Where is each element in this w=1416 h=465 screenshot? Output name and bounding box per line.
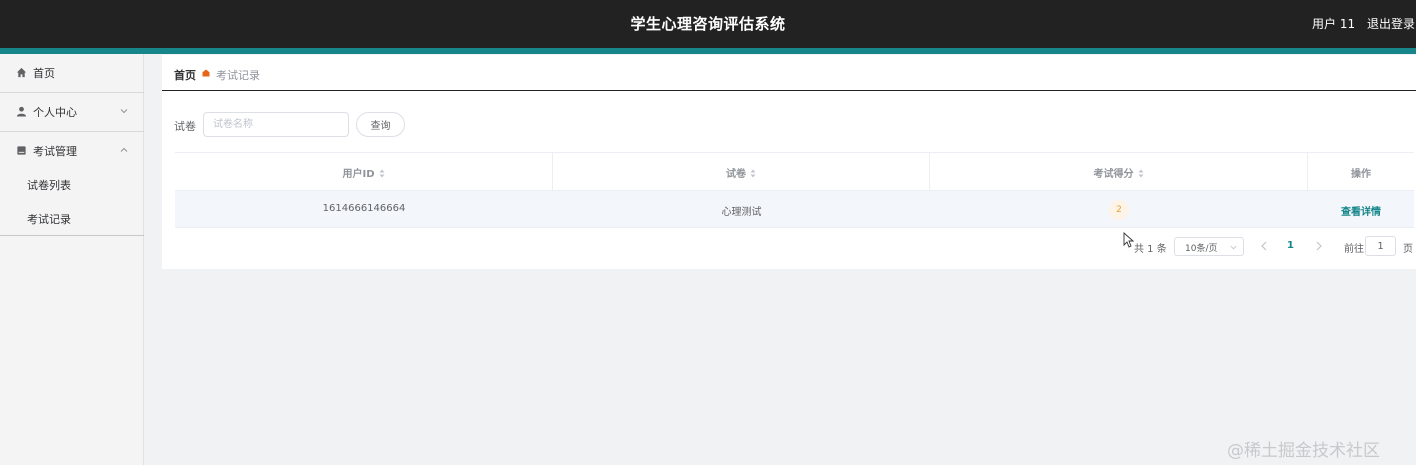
- column-header-label: 操作: [1351, 169, 1371, 180]
- paper-name-value: 心理测试: [721, 207, 762, 218]
- sidebar-item-label: 首页: [33, 67, 55, 80]
- search-label: 试卷: [174, 120, 196, 133]
- watermark: @稀土掘金技术社区: [1227, 441, 1380, 461]
- column-header-score[interactable]: 考试得分: [930, 153, 1308, 191]
- current-user-label: 用户 11: [1312, 17, 1356, 31]
- table-row: 1614666146664 心理测试 2 查看详情: [175, 191, 1414, 228]
- user-icon: [16, 106, 27, 117]
- header-accent-stripe: [0, 48, 1416, 54]
- goto-label: 前往: [1344, 244, 1364, 255]
- search-button[interactable]: 查询: [356, 112, 405, 137]
- page-size-value: 10条/页: [1185, 244, 1218, 254]
- chevron-down-icon: [1230, 245, 1237, 250]
- cell-score: 2: [930, 191, 1308, 228]
- sidebar-item-personal-center[interactable]: 个人中心: [0, 93, 144, 132]
- paper-search-input[interactable]: [203, 112, 349, 137]
- breadcrumb-current: 考试记录: [216, 69, 260, 82]
- top-bar: 学生心理咨询评估系统 用户 11 退出登录: [0, 0, 1416, 48]
- breadcrumb: 首页 考试记录: [162, 55, 1416, 91]
- sidebar-item-exam-management[interactable]: 考试管理: [0, 132, 144, 171]
- user-id-value: 1614666146664: [322, 203, 406, 214]
- column-header-paper[interactable]: 试卷: [553, 153, 930, 191]
- column-header-label: 试卷: [726, 169, 746, 180]
- home-icon: [16, 67, 27, 78]
- goto-page-input[interactable]: [1365, 236, 1396, 256]
- column-header-label: 考试得分: [1093, 169, 1134, 180]
- sidebar-subitem-label: 试卷列表: [27, 179, 71, 192]
- app-title: 学生心理咨询评估系统: [630, 15, 786, 33]
- main-content-panel: 首页 考试记录 试卷 查询 用户ID 试卷 考试得分 操作 1614666146…: [162, 55, 1416, 269]
- next-page-icon[interactable]: [1313, 238, 1325, 254]
- column-header-actions: 操作: [1308, 153, 1414, 191]
- mouse-cursor-icon: [1123, 232, 1134, 248]
- prev-page-icon[interactable]: [1258, 238, 1270, 254]
- sidebar-item-label: 个人中心: [33, 106, 77, 119]
- exam-records-table: 用户ID 试卷 考试得分 操作 1614666146664 心理测试 2 查看详…: [175, 152, 1414, 229]
- goto-page-suffix: 页: [1403, 244, 1413, 255]
- sort-icon[interactable]: [750, 169, 756, 178]
- sidebar-subitem-exam-records[interactable]: 考试记录: [0, 201, 144, 235]
- sidebar-item-label: 考试管理: [33, 145, 77, 158]
- chevron-up-icon: [120, 147, 128, 152]
- cell-actions: 查看详情: [1308, 191, 1414, 228]
- sidebar: 首页 个人中心 考试管理 试卷列表 考试记录: [0, 54, 144, 465]
- logout-button[interactable]: 退出登录: [1367, 15, 1415, 32]
- pagination-total: 共 1 条: [1134, 244, 1167, 255]
- sidebar-subitem-label: 考试记录: [27, 213, 71, 226]
- sidebar-item-home[interactable]: 首页: [0, 54, 144, 93]
- cell-paper: 心理测试: [553, 191, 930, 228]
- page-number-current[interactable]: 1: [1287, 240, 1294, 251]
- score-badge: 2: [1109, 200, 1129, 220]
- column-header-user-id[interactable]: 用户ID: [175, 153, 553, 191]
- chevron-down-icon: [120, 109, 128, 114]
- sort-icon[interactable]: [379, 169, 385, 178]
- breadcrumb-separator-icon: [202, 69, 210, 77]
- table-header: 用户ID 试卷 考试得分 操作: [175, 152, 1414, 191]
- view-details-button[interactable]: 查看详情: [1341, 207, 1381, 218]
- breadcrumb-home[interactable]: 首页: [174, 67, 196, 83]
- cell-user-id: 1614666146664: [175, 191, 553, 228]
- exam-icon: [17, 146, 26, 155]
- sort-icon[interactable]: [1138, 169, 1144, 178]
- page-size-select[interactable]: 10条/页: [1174, 237, 1244, 256]
- sidebar-divider: [0, 235, 144, 236]
- column-header-label: 用户ID: [342, 169, 375, 180]
- sidebar-subitem-paper-list[interactable]: 试卷列表: [0, 167, 144, 201]
